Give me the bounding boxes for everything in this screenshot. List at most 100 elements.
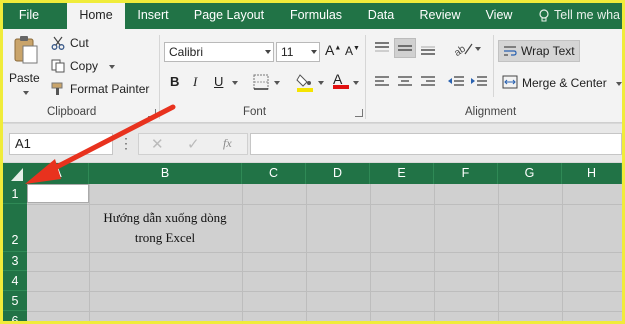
tab-view[interactable]: View [479, 3, 519, 29]
font-color-dropdown-icon[interactable] [353, 81, 359, 85]
merge-center-button[interactable]: Merge & Center [502, 73, 622, 95]
wrap-text-label: Wrap Text [521, 44, 575, 58]
row-header-6[interactable]: 6 [3, 311, 27, 321]
cancel-icon[interactable]: ✕ [151, 135, 164, 153]
paste-label: Paste [9, 71, 40, 85]
column-header-h[interactable]: H [562, 163, 622, 184]
font-size-combo[interactable]: 11 [276, 42, 320, 62]
borders-icon[interactable] [253, 74, 269, 90]
fill-color-icon[interactable] [296, 72, 314, 92]
font-color-icon: A [333, 71, 343, 87]
select-all-button[interactable] [3, 163, 27, 184]
orientation-dropdown-icon[interactable] [475, 47, 481, 51]
row-header-5[interactable]: 5 [3, 291, 27, 311]
paste-dropdown-icon [23, 91, 29, 95]
row-header-4[interactable]: 4 [3, 271, 27, 291]
font-group-label: Font [243, 106, 267, 118]
cell-b2[interactable]: Hướng dẫn xuống dòng trong Excel [89, 204, 241, 251]
align-right-icon[interactable] [420, 75, 436, 89]
tab-insert[interactable]: Insert [131, 3, 175, 29]
tab-page-layout[interactable]: Page Layout [189, 3, 269, 29]
align-top-icon[interactable] [374, 41, 390, 55]
row-header-3[interactable]: 3 [3, 252, 27, 271]
select-all-triangle-icon [11, 168, 23, 181]
name-box[interactable]: A1 [9, 133, 113, 155]
copy-label: Copy [70, 59, 99, 73]
chevron-down-icon [311, 50, 317, 54]
merge-dropdown-icon [616, 82, 622, 86]
svg-text:ab: ab [453, 43, 468, 56]
shrink-font-button[interactable]: A▼ [345, 44, 360, 58]
formula-input[interactable] [250, 133, 622, 155]
copy-icon [51, 59, 65, 73]
chevron-down-icon [265, 50, 271, 54]
wrap-text-button[interactable]: Wrap Text [498, 40, 580, 62]
merge-center-icon [502, 75, 518, 89]
row-header-1[interactable]: 1 [3, 184, 27, 204]
lightbulb-icon [539, 9, 549, 22]
column-header-b[interactable]: B [89, 163, 242, 184]
merge-center-label: Merge & Center [522, 76, 607, 90]
formula-bar: A1 ⋮ ✕ ✓ fx [3, 124, 622, 162]
underline-button[interactable]: U [214, 74, 223, 89]
font-size-value: 11 [281, 45, 294, 59]
gridline [27, 311, 622, 312]
ribbon-tab-bar: File Home Insert Page Layout Formulas Da… [3, 3, 622, 29]
scissors-icon [51, 36, 65, 50]
gridline [27, 271, 622, 272]
tab-home[interactable]: Home [67, 3, 125, 29]
column-header-e[interactable]: E [370, 163, 434, 184]
align-left-icon[interactable] [374, 75, 390, 89]
tab-file[interactable]: File [11, 3, 47, 29]
fill-color-dropdown-icon[interactable] [318, 81, 324, 85]
font-name-combo[interactable]: Calibri [164, 42, 274, 62]
shrink-font-icon: A [345, 44, 354, 58]
tell-me-text: Tell me wha [554, 8, 620, 22]
bold-button[interactable]: B [170, 74, 179, 89]
align-middle-icon [398, 45, 412, 51]
cell-a1[interactable] [27, 184, 89, 203]
font-launcher-icon[interactable] [355, 109, 363, 117]
group-separator [159, 35, 160, 119]
clipboard-launcher-icon[interactable] [148, 109, 156, 117]
paintbrush-icon [51, 82, 63, 95]
group-separator [493, 35, 494, 97]
column-header-f[interactable]: F [434, 163, 498, 184]
alignment-group-label: Alignment [465, 106, 517, 118]
column-header-g[interactable]: G [498, 163, 562, 184]
italic-button[interactable]: I [193, 74, 197, 90]
orientation-icon[interactable]: ab [453, 40, 473, 56]
align-bottom-icon[interactable] [420, 41, 436, 55]
column-header-d[interactable]: D [306, 163, 370, 184]
formula-buttons: ✕ ✓ fx [138, 133, 248, 155]
paste-icon [14, 36, 38, 64]
font-color-button[interactable]: A [333, 71, 349, 89]
tell-me-box[interactable]: Tell me wha [538, 3, 620, 29]
paste-button[interactable]: Paste [9, 35, 43, 101]
gridline [27, 252, 622, 253]
row-header-2[interactable]: 2 [3, 204, 27, 252]
underline-dropdown-icon[interactable] [232, 81, 238, 85]
tab-review[interactable]: Review [415, 3, 465, 29]
increase-indent-icon[interactable] [470, 75, 488, 89]
more-options-icon[interactable]: ⋮ [119, 136, 133, 150]
align-center-icon[interactable] [397, 75, 413, 89]
cut-label: Cut [70, 36, 89, 50]
enter-check-icon[interactable]: ✓ [187, 135, 200, 153]
excel-window: File Home Insert Page Layout Formulas Da… [3, 3, 622, 321]
clipboard-group-label: Clipboard [47, 106, 97, 118]
ribbon-home: Paste Cut Copy Format Painter Clipboard … [3, 29, 622, 123]
wrap-text-icon [504, 46, 517, 56]
tab-data[interactable]: Data [361, 3, 401, 29]
column-header-a[interactable]: A [27, 163, 89, 184]
align-middle-button[interactable] [394, 38, 416, 58]
insert-function-button[interactable]: fx [223, 136, 232, 151]
column-header-c[interactable]: C [242, 163, 306, 184]
borders-dropdown-icon[interactable] [274, 81, 280, 85]
grow-font-button[interactable]: A▲ [325, 42, 341, 58]
group-separator [365, 35, 366, 119]
copy-dropdown-icon [109, 65, 115, 69]
tab-formulas[interactable]: Formulas [285, 3, 347, 29]
decrease-indent-icon[interactable] [447, 75, 465, 89]
gridline [27, 291, 622, 292]
